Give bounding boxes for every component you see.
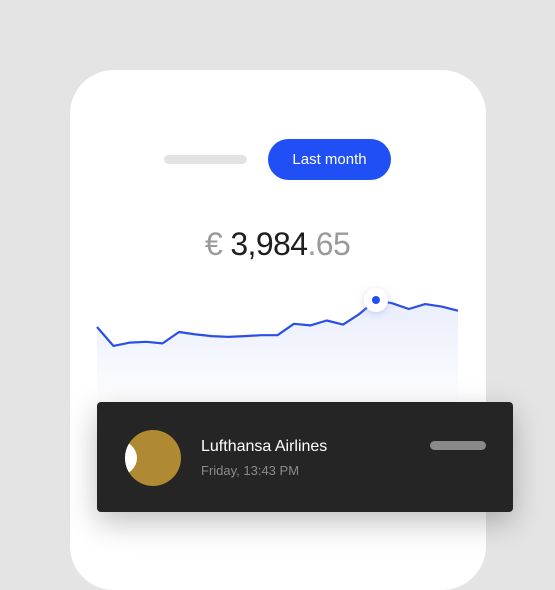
- chart-highlight-point[interactable]: [371, 296, 380, 304]
- transaction-time: Friday, 13:43 PM: [201, 463, 300, 478]
- merchant-name: Lufthansa Airlines: [201, 438, 328, 455]
- transaction-amount-placeholder: [430, 441, 486, 450]
- lufthansa-crane-logo-icon: [125, 430, 181, 486]
- logo-crescent: [125, 440, 137, 476]
- chart-area-fill: [97, 300, 458, 405]
- transaction-notification[interactable]: Lufthansa Airlines Friday, 13:43 PM: [97, 402, 513, 512]
